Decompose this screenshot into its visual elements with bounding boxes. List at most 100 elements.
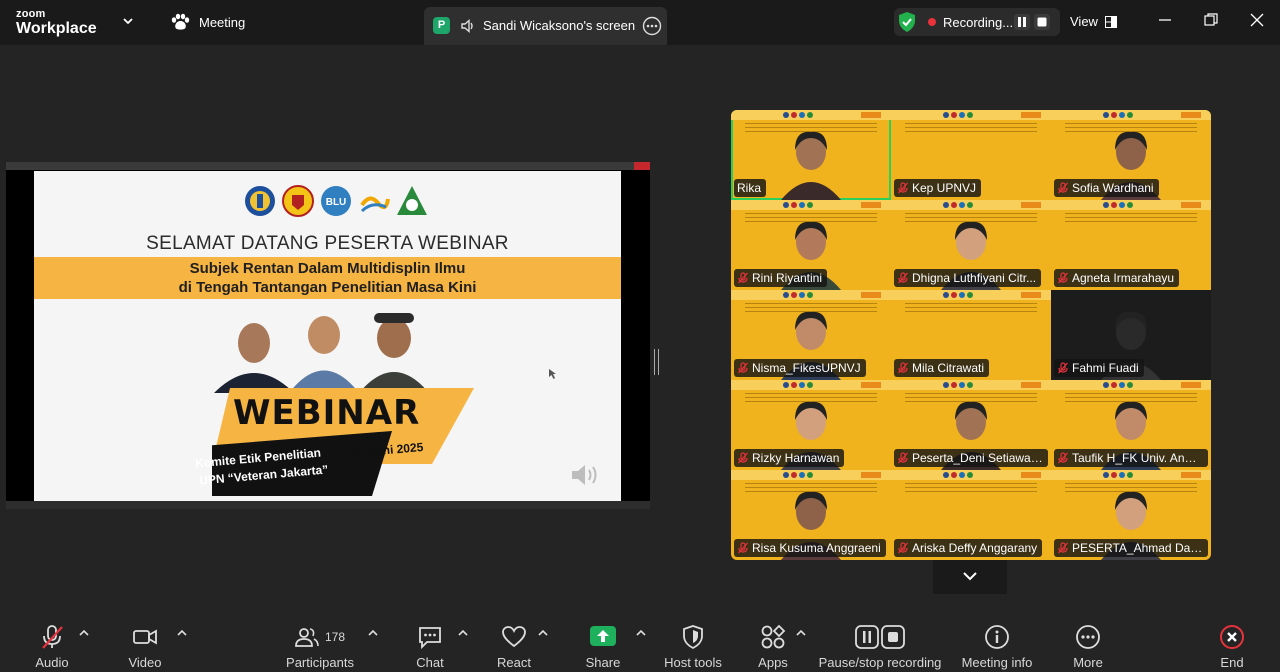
participant-tile[interactable]: Risa Kusuma Anggraeni — [731, 470, 891, 560]
stop-recording-icon[interactable] — [1034, 14, 1050, 30]
pause-recording-icon[interactable] — [1014, 14, 1030, 30]
participant-tile[interactable]: Fahmi Fuadi — [1051, 290, 1211, 380]
share-button[interactable]: Share — [583, 624, 623, 670]
tile-slide-tag — [861, 382, 881, 388]
restore-icon[interactable] — [1204, 13, 1218, 27]
minimize-icon[interactable] — [1158, 13, 1172, 27]
tile-slide-text — [905, 123, 1037, 133]
share-options-caret-icon[interactable] — [636, 629, 646, 637]
apps-icon — [761, 624, 786, 649]
pause-stop-label: Pause/stop recording — [818, 655, 942, 670]
mic-muted-icon — [898, 182, 908, 194]
close-icon[interactable] — [1250, 13, 1264, 27]
tile-slide-tag — [861, 292, 881, 298]
participants-button[interactable]: 178 Participants — [284, 624, 356, 670]
participant-tile[interactable]: Ariska Deffy Anggarany — [891, 470, 1051, 560]
more-options-icon[interactable] — [642, 16, 662, 36]
kemdikbud-logo-icon — [245, 186, 275, 216]
screen-share-indicator[interactable]: P Sandi Wicaksono's screen — [424, 7, 667, 45]
chat-label: Chat — [416, 655, 444, 670]
meeting-menu-button[interactable]: Meeting — [170, 13, 245, 31]
tile-slide-tag — [1021, 112, 1041, 118]
logo-workplace: Workplace — [16, 20, 97, 37]
tile-slide-logos — [1103, 112, 1133, 118]
video-button[interactable]: Video — [125, 624, 165, 670]
react-options-caret-icon[interactable] — [538, 629, 548, 637]
participant-tile[interactable]: Sofia Wardhani — [1051, 110, 1211, 200]
participant-tile[interactable]: Taufik H_FK Univ. Anda... — [1051, 380, 1211, 470]
tile-slide-logos — [1103, 382, 1133, 388]
chevron-down-icon[interactable] — [122, 15, 134, 27]
mic-muted-icon — [1058, 182, 1068, 194]
view-button[interactable]: View — [1070, 14, 1117, 29]
slide-title: SELAMAT DATANG PESERTA WEBINAR — [146, 233, 509, 254]
participant-video — [781, 131, 841, 200]
tile-slide-logos — [943, 382, 973, 388]
shared-screen[interactable]: BLU SELAMAT DATANG PESERTA WEBINAR Subje… — [6, 162, 650, 509]
chat-options-caret-icon[interactable] — [458, 629, 468, 637]
presentation-statusbar — [6, 501, 650, 509]
share-screen-icon — [590, 626, 616, 646]
meeting-info-button[interactable]: Meeting info — [957, 624, 1037, 670]
wave-logo-icon — [360, 196, 390, 213]
tile-slide-tag — [1021, 472, 1041, 478]
mic-muted-icon — [1058, 362, 1068, 374]
pause-stop-recording-button[interactable]: Pause/stop recording — [818, 624, 942, 670]
video-label: Video — [128, 655, 162, 670]
participant-nameplate: Agneta Irmarahayu — [1054, 269, 1180, 287]
mic-muted-icon — [898, 272, 908, 284]
participant-name: PESERTA_Ahmad Daffa... — [1072, 541, 1203, 555]
react-label: React — [497, 655, 531, 670]
gallery-scroll-down-button[interactable] — [933, 560, 1007, 594]
participant-tile[interactable]: Agneta Irmarahayu — [1051, 200, 1211, 290]
audio-button[interactable]: Audio — [32, 624, 72, 670]
meeting-toolbar: Audio Video 178 Participants Chat React … — [0, 611, 1280, 672]
security-shield-icon[interactable] — [898, 11, 916, 33]
participant-tile[interactable]: Rizky Harnawan — [731, 380, 891, 470]
presentation-titlebar — [6, 162, 650, 170]
mic-muted-icon — [42, 625, 63, 649]
participant-tile[interactable]: Rika — [731, 110, 891, 200]
mic-muted-icon — [1058, 452, 1068, 464]
participant-nameplate: Risa Kusuma Anggraeni — [734, 539, 886, 557]
end-meeting-button[interactable]: End — [1212, 624, 1252, 670]
react-button[interactable]: React — [494, 624, 534, 670]
tile-slide-logos — [943, 202, 973, 208]
more-icon — [1076, 625, 1100, 649]
participant-tile[interactable]: Mila Citrawati — [891, 290, 1051, 380]
participant-tile[interactable]: Rini Riyantini — [731, 200, 891, 290]
stop-icon — [881, 625, 905, 649]
apps-options-caret-icon[interactable] — [796, 629, 806, 637]
tile-slide-logos — [1103, 472, 1133, 478]
participant-tile[interactable]: Nisma_FikesUPNVJ — [731, 290, 891, 380]
presenter-badge: P — [433, 17, 450, 34]
more-button[interactable]: More — [1068, 624, 1108, 670]
participant-tile[interactable]: Peserta_Deni Setiawati... — [891, 380, 1051, 470]
tile-slide-logos — [783, 382, 813, 388]
participant-tile[interactable]: Kep UPNVJ — [891, 110, 1051, 200]
participant-nameplate: PESERTA_Ahmad Daffa... — [1054, 539, 1208, 557]
participants-label: Participants — [286, 655, 354, 670]
logo-zoom: zoom — [16, 8, 46, 20]
audio-options-caret-icon[interactable] — [79, 629, 89, 637]
audio-label: Audio — [35, 655, 69, 670]
participant-name: Rika — [737, 181, 762, 195]
speaker-icon[interactable] — [460, 18, 476, 34]
participant-tile[interactable]: Dhigna Luthfiyani Citr... — [891, 200, 1051, 290]
participant-name: Peserta_Deni Setiawati... — [912, 451, 1043, 465]
participant-nameplate: Rini Riyantini — [734, 269, 828, 287]
participant-name: Dhigna Luthfiyani Citr... — [912, 271, 1037, 285]
apps-button[interactable]: Apps — [753, 624, 793, 670]
participant-nameplate: Taufik H_FK Univ. Anda... — [1054, 449, 1208, 467]
split-drag-handle[interactable] — [654, 349, 659, 375]
participant-gallery: Rika Kep UPNVJ Sofia Wardhani Rini Riyantin… — [731, 110, 1211, 560]
tile-slide-tag — [1021, 292, 1041, 298]
chat-button[interactable]: Chat — [410, 624, 450, 670]
meeting-label: Meeting — [199, 14, 246, 30]
zoom-workplace-logo[interactable]: zoom Workplace — [16, 9, 97, 37]
host-tools-button[interactable]: Host tools — [661, 624, 725, 670]
video-options-caret-icon[interactable] — [177, 629, 187, 637]
participant-tile[interactable]: PESERTA_Ahmad Daffa... — [1051, 470, 1211, 560]
participants-options-caret-icon[interactable] — [368, 629, 378, 637]
audio-speaker-icon — [572, 465, 597, 485]
